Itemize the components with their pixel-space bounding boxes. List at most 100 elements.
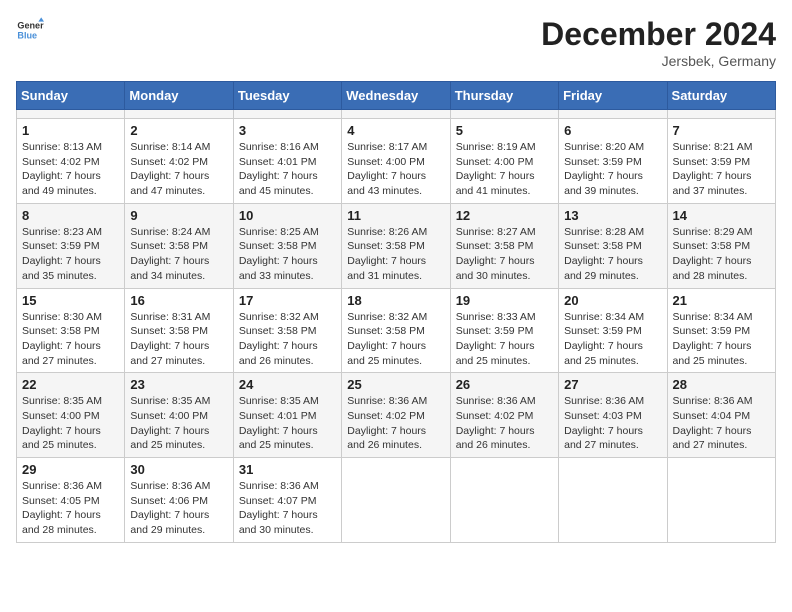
daylight-text: Daylight: 7 hours and 25 minutes. <box>239 425 318 452</box>
logo: General Blue <box>16 16 44 44</box>
cell-content: Sunrise: 8:20 AMSunset: 3:59 PMDaylight:… <box>564 140 661 199</box>
sunset-text: Sunset: 4:06 PM <box>130 495 208 507</box>
sunset-text: Sunset: 4:00 PM <box>22 410 100 422</box>
sunset-text: Sunset: 4:04 PM <box>673 410 751 422</box>
day-number: 25 <box>347 377 444 392</box>
daylight-text: Daylight: 7 hours and 47 minutes. <box>130 170 209 197</box>
calendar-cell: 25 Sunrise: 8:36 AMSunset: 4:02 PMDayligh… <box>342 373 450 458</box>
calendar-cell: 3Sunrise: 8:16 AMSunset: 4:01 PMDaylight… <box>233 119 341 204</box>
sunset-text: Sunset: 3:58 PM <box>347 325 425 337</box>
cell-content: Sunrise: 8:25 AMSunset: 3:58 PMDaylight:… <box>239 225 336 284</box>
sunrise-text: Sunrise: 8:36 AM <box>673 395 753 407</box>
daylight-text: Daylight: 7 hours and 41 minutes. <box>456 170 535 197</box>
sunset-text: Sunset: 3:59 PM <box>22 240 100 252</box>
cell-content: Sunrise: 8:28 AMSunset: 3:58 PMDaylight:… <box>564 225 661 284</box>
cell-content: Sunrise: 8:34 AMSunset: 3:59 PMDaylight:… <box>673 310 770 369</box>
daylight-text: Daylight: 7 hours and 30 minutes. <box>456 255 535 282</box>
sunrise-text: Sunrise: 8:36 AM <box>456 395 536 407</box>
svg-text:General: General <box>17 21 44 31</box>
cell-content: Sunrise: 8:35 AM Sunset: 4:01 PM Daylight:… <box>239 394 336 453</box>
cell-content: Sunrise: 8:24 AMSunset: 3:58 PMDaylight:… <box>130 225 227 284</box>
calendar-cell: 31Sunrise: 8:36 AMSunset: 4:07 PMDayligh… <box>233 458 341 543</box>
sunrise-text: Sunrise: 8:35 AM <box>22 395 102 407</box>
daylight-text: Daylight: 7 hours and 28 minutes. <box>22 509 101 536</box>
sunrise-text: Sunrise: 8:26 AM <box>347 226 427 238</box>
cell-content: Sunrise: 8:36 AMSunset: 4:02 PMDaylight:… <box>347 394 444 453</box>
calendar-cell: 23Sunrise: 8:35 AMSunset: 4:00 PMDayligh… <box>125 373 233 458</box>
cell-content: Sunrise: 8:13 AMSunset: 4:02 PMDaylight:… <box>22 140 119 199</box>
daylight-text: Daylight: 7 hours and 31 minutes. <box>347 255 426 282</box>
sunrise-text: Sunrise: 8:35 AM <box>239 395 319 407</box>
calendar-cell: 6Sunrise: 8:20 AMSunset: 3:59 PMDaylight… <box>559 119 667 204</box>
calendar-cell <box>342 110 450 119</box>
day-number: 5 <box>456 123 553 138</box>
day-number: 11 <box>347 208 444 223</box>
sunset-text: Sunset: 4:00 PM <box>456 156 534 168</box>
day-number: 1 <box>22 123 119 138</box>
calendar-cell: 21Sunrise: 8:34 AMSunset: 3:59 PMDayligh… <box>667 288 775 373</box>
day-number: 12 <box>456 208 553 223</box>
sunset-text: Sunset: 3:58 PM <box>673 240 751 252</box>
cell-content: Sunrise: 8:19 AM Sunset: 4:00 PM Daylight:… <box>456 140 553 199</box>
cell-content: Sunrise: 8:34 AMSunset: 3:59 PMDaylight:… <box>564 310 661 369</box>
sunset-text: Sunset: 3:59 PM <box>564 156 642 168</box>
sunrise-text: Sunrise: 8:23 AM <box>22 226 102 238</box>
calendar-cell: 12 Sunrise: 8:27 AMSunset: 3:58 PMDayligh… <box>450 203 558 288</box>
sunset-text: Sunset: 4:01 PM <box>239 410 317 422</box>
daylight-text: Daylight: 7 hours and 25 minutes. <box>347 340 426 367</box>
daylight-text: Daylight: 7 hours and 45 minutes. <box>239 170 318 197</box>
calendar-cell: 9Sunrise: 8:24 AMSunset: 3:58 PMDaylight… <box>125 203 233 288</box>
cell-content: Sunrise: 8:30 AMSunset: 3:58 PMDaylight:… <box>22 310 119 369</box>
daylight-text: Daylight: 7 hours and 25 minutes. <box>564 340 643 367</box>
sunset-text: Sunset: 4:02 PM <box>130 156 208 168</box>
calendar-cell <box>559 110 667 119</box>
sunset-text: Sunset: 4:01 PM <box>239 156 317 168</box>
day-number: 13 <box>564 208 661 223</box>
sunrise-text: Sunrise: 8:35 AM <box>130 395 210 407</box>
sunrise-text: Sunrise: 8:32 AM <box>347 311 427 323</box>
sunrise-text: Sunrise: 8:36 AM <box>347 395 427 407</box>
sunset-text: Sunset: 3:58 PM <box>564 240 642 252</box>
day-number: 28 <box>673 377 770 392</box>
month-title: December 2024 <box>541 16 776 53</box>
day-number: 14 <box>673 208 770 223</box>
day-number: 27 <box>564 377 661 392</box>
calendar-cell <box>450 458 558 543</box>
day-of-week-header: Sunday <box>17 82 125 110</box>
cell-content: Sunrise: 8:26 AMSunset: 3:58 PMDaylight:… <box>347 225 444 284</box>
daylight-text: Daylight: 7 hours and 26 minutes. <box>456 425 535 452</box>
cell-content: Sunrise: 8:36 AMSunset: 4:05 PMDaylight:… <box>22 479 119 538</box>
calendar-cell: 17Sunrise: 8:32 AMSunset: 3:58 PMDayligh… <box>233 288 341 373</box>
cell-content: Sunrise: 8:33 AMSunset: 3:59 PMDaylight:… <box>456 310 553 369</box>
day-number: 2 <box>130 123 227 138</box>
daylight-text: Daylight: 7 hours and 27 minutes. <box>130 340 209 367</box>
sunrise-text: Sunrise: 8:16 AM <box>239 141 319 153</box>
sunrise-text: Sunrise: 8:27 AM <box>456 226 536 238</box>
sunset-text: Sunset: 3:58 PM <box>22 325 100 337</box>
calendar-cell: 29Sunrise: 8:36 AMSunset: 4:05 PMDayligh… <box>17 458 125 543</box>
daylight-text: Daylight: 7 hours and 27 minutes. <box>22 340 101 367</box>
calendar-cell: 22Sunrise: 8:35 AMSunset: 4:00 PMDayligh… <box>17 373 125 458</box>
sunrise-text: Sunrise: 8:32 AM <box>239 311 319 323</box>
daylight-text: Daylight: 7 hours and 37 minutes. <box>673 170 752 197</box>
calendar-body: 1 Sunrise: 8:13 AMSunset: 4:02 PMDaylight… <box>17 110 776 543</box>
sunrise-text: Sunrise: 8:19 AM <box>456 141 536 153</box>
sunrise-text: Sunrise: 8:20 AM <box>564 141 644 153</box>
sunset-text: Sunset: 3:59 PM <box>564 325 642 337</box>
calendar-week-row: 1 Sunrise: 8:13 AMSunset: 4:02 PMDaylight… <box>17 119 776 204</box>
calendar-cell: 4Sunrise: 8:17 AMSunset: 4:00 PMDaylight… <box>342 119 450 204</box>
calendar-cell: 19Sunrise: 8:33 AMSunset: 3:59 PMDayligh… <box>450 288 558 373</box>
daylight-text: Daylight: 7 hours and 43 minutes. <box>347 170 426 197</box>
cell-content: Sunrise: 8:27 AMSunset: 3:58 PMDaylight:… <box>456 225 553 284</box>
calendar-cell: 15Sunrise: 8:30 AMSunset: 3:58 PMDayligh… <box>17 288 125 373</box>
calendar-cell: 10Sunrise: 8:25 AMSunset: 3:58 PMDayligh… <box>233 203 341 288</box>
sunrise-text: Sunrise: 8:36 AM <box>239 480 319 492</box>
calendar-cell: 5 Sunrise: 8:19 AM Sunset: 4:00 PM Daylight… <box>450 119 558 204</box>
calendar-cell <box>125 110 233 119</box>
page-header: General Blue December 2024 Jersbek, Germ… <box>16 16 776 69</box>
sunrise-text: Sunrise: 8:21 AM <box>673 141 753 153</box>
day-number: 20 <box>564 293 661 308</box>
svg-text:Blue: Blue <box>17 30 37 40</box>
daylight-text: Daylight: 7 hours and 33 minutes. <box>239 255 318 282</box>
calendar-week-row: 22Sunrise: 8:35 AMSunset: 4:00 PMDayligh… <box>17 373 776 458</box>
